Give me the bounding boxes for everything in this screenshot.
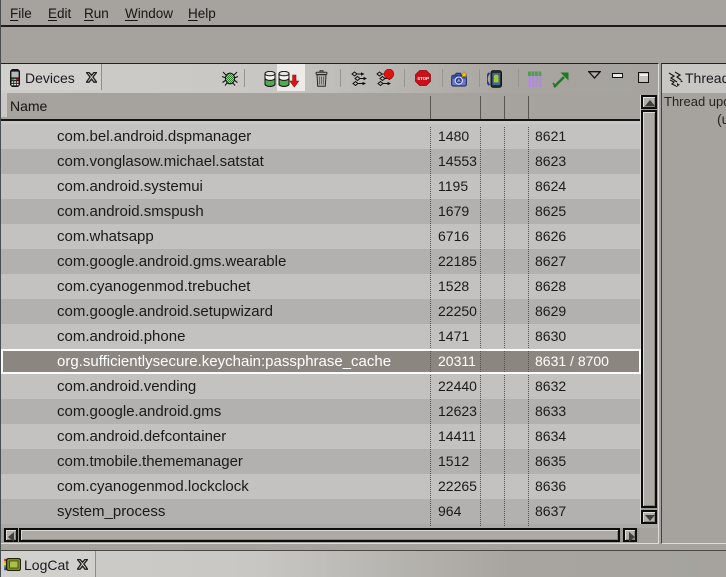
svg-text:STOP: STOP (417, 76, 429, 81)
